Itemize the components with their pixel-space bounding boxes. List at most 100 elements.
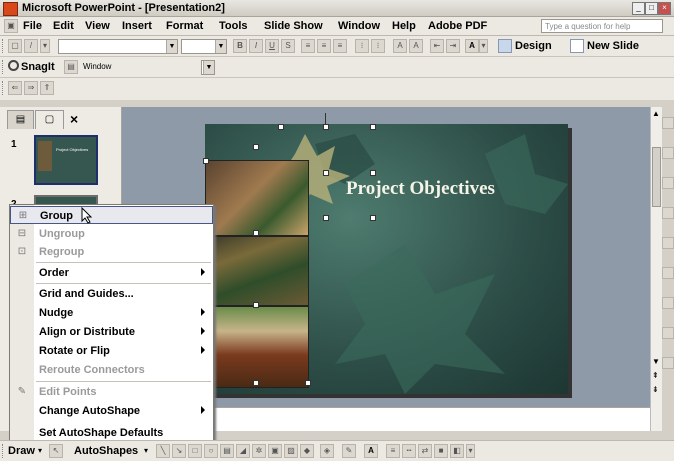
chevron-down-icon[interactable]: ▼ bbox=[203, 61, 214, 74]
menu-help[interactable]: Help bbox=[392, 20, 416, 32]
tab-slides[interactable]: ▢ bbox=[35, 110, 64, 129]
design-button[interactable]: Design bbox=[515, 40, 552, 52]
open-icon[interactable]: / bbox=[24, 39, 38, 53]
close-button[interactable]: × bbox=[658, 2, 671, 15]
selection-handle[interactable] bbox=[278, 124, 284, 130]
selection-handle[interactable] bbox=[323, 215, 329, 221]
align-left-icon[interactable]: ≡ bbox=[301, 39, 315, 53]
menu-format[interactable]: Format bbox=[166, 20, 203, 32]
new-icon[interactable]: ▢ bbox=[8, 39, 22, 53]
center-icon[interactable]: ≡ bbox=[317, 39, 331, 53]
arrow-style-icon[interactable]: ⇄ bbox=[418, 444, 432, 458]
menu-item-change-autoshape[interactable]: Change AutoShape bbox=[10, 402, 213, 420]
diagram-icon[interactable]: ✲ bbox=[252, 444, 266, 458]
chevron-down-icon[interactable]: ▾ bbox=[479, 39, 488, 53]
tab-outline[interactable]: ▤ bbox=[7, 110, 34, 129]
new-slide-button[interactable]: New Slide bbox=[587, 40, 639, 52]
oval-icon[interactable]: ○ bbox=[204, 444, 218, 458]
menu-edit[interactable]: Edit bbox=[53, 20, 74, 32]
vertical-scrollbar[interactable]: ▲ ▼ ⇞ ⇟ bbox=[650, 107, 662, 431]
toolbar-grip[interactable] bbox=[2, 444, 6, 458]
menu-item-grid-and-guides[interactable]: Grid and Guides... bbox=[10, 285, 213, 303]
toolbar-icon[interactable] bbox=[662, 297, 674, 309]
toolbar-options-icon[interactable]: ▾ bbox=[40, 39, 50, 53]
picture-icon[interactable]: ▨ bbox=[284, 444, 298, 458]
selection-handle[interactable] bbox=[370, 124, 376, 130]
menu-item-edit-points[interactable]: ✎ Edit Points bbox=[10, 383, 213, 401]
scroll-up-icon[interactable]: ▲ bbox=[652, 109, 660, 118]
snagit-button[interactable]: SnagIt bbox=[21, 61, 55, 73]
menu-item-align-or-distribute[interactable]: Align or Distribute bbox=[10, 323, 213, 341]
selection-handle[interactable] bbox=[370, 215, 376, 221]
fill-color-icon[interactable]: ◆ bbox=[300, 444, 314, 458]
autoshapes-menu-button[interactable]: AutoShapes bbox=[74, 445, 138, 457]
menu-file[interactable]: File bbox=[23, 20, 42, 32]
wordart-icon[interactable]: ◢ bbox=[236, 444, 250, 458]
menu-adobe-pdf[interactable]: Adobe PDF bbox=[428, 20, 487, 32]
powerpoint-app-icon[interactable] bbox=[3, 2, 18, 16]
scroll-down-icon[interactable]: ▼ bbox=[652, 357, 660, 366]
paint-bucket-icon[interactable]: ◈ bbox=[320, 444, 334, 458]
scroll-thumb[interactable] bbox=[652, 147, 661, 207]
shadow-button[interactable]: S bbox=[281, 39, 295, 53]
numbering-icon[interactable]: ⁝ bbox=[355, 39, 369, 53]
shadow-style-icon[interactable]: ■ bbox=[434, 444, 448, 458]
promote-icon[interactable]: ⇐ bbox=[8, 81, 22, 95]
select-objects-icon[interactable]: ↖ bbox=[49, 444, 63, 458]
demote-icon[interactable]: ⇒ bbox=[24, 81, 38, 95]
photo-leaves[interactable] bbox=[205, 236, 309, 306]
align-right-icon[interactable]: ≡ bbox=[333, 39, 347, 53]
menu-item-order[interactable]: Order bbox=[10, 264, 213, 282]
new-slide-icon[interactable] bbox=[570, 39, 584, 53]
toolbar-icon[interactable] bbox=[662, 237, 674, 249]
selection-handle[interactable] bbox=[323, 124, 329, 130]
selection-handle[interactable] bbox=[253, 380, 259, 386]
menu-item-group[interactable]: ⊞ Group bbox=[10, 206, 213, 224]
toolbar-grip[interactable] bbox=[2, 39, 6, 53]
toolbar-icon[interactable] bbox=[662, 357, 674, 369]
toolbar-grip[interactable] bbox=[2, 60, 6, 74]
font-name-combo[interactable]: ▼ bbox=[58, 39, 178, 54]
move-up-icon[interactable]: ⇑ bbox=[40, 81, 54, 95]
draw-menu-button[interactable]: Draw bbox=[8, 445, 35, 457]
rectangle-icon[interactable]: □ bbox=[188, 444, 202, 458]
toolbar-options-icon[interactable]: ▾ bbox=[466, 444, 475, 458]
toolbar-grip[interactable] bbox=[2, 81, 6, 95]
menu-view[interactable]: View bbox=[85, 20, 110, 32]
arrow-icon[interactable]: ↘ bbox=[172, 444, 186, 458]
increase-font-icon[interactable]: A bbox=[393, 39, 407, 53]
bold-button[interactable]: B bbox=[233, 39, 247, 53]
slide-thumbnail-1[interactable]: Project Objectives bbox=[34, 135, 98, 185]
menu-item-rotate-or-flip[interactable]: Rotate or Flip bbox=[10, 342, 213, 360]
selection-handle[interactable] bbox=[253, 230, 259, 236]
toolbar-icon[interactable] bbox=[662, 177, 674, 189]
3d-style-icon[interactable]: ◧ bbox=[450, 444, 464, 458]
text-box-icon[interactable]: ▤ bbox=[220, 444, 234, 458]
font-size-combo[interactable]: ▼ bbox=[181, 39, 227, 54]
line-color-icon[interactable]: ✎ bbox=[342, 444, 356, 458]
underline-button[interactable]: U bbox=[265, 39, 279, 53]
menu-insert[interactable]: Insert bbox=[122, 20, 152, 32]
selection-handle[interactable] bbox=[370, 170, 376, 176]
chevron-down-icon[interactable]: ▼ bbox=[166, 40, 177, 53]
increase-indent-icon[interactable]: ⇥ bbox=[446, 39, 460, 53]
previous-slide-icon[interactable]: ⇞ bbox=[652, 371, 659, 380]
line-icon[interactable]: ╲ bbox=[156, 444, 170, 458]
snagit-settings-icon[interactable]: ▤ bbox=[64, 60, 78, 74]
maximize-button[interactable]: □ bbox=[645, 2, 658, 15]
clip-art-icon[interactable]: ▣ bbox=[268, 444, 282, 458]
line-style-icon[interactable]: ≡ bbox=[386, 444, 400, 458]
toolbar-icon[interactable] bbox=[662, 327, 674, 339]
photo-child-apples[interactable] bbox=[205, 306, 309, 388]
toolbar-icon[interactable] bbox=[662, 207, 674, 219]
selection-handle[interactable] bbox=[305, 380, 311, 386]
menu-window[interactable]: Window bbox=[338, 20, 380, 32]
decrease-font-icon[interactable]: A bbox=[409, 39, 423, 53]
menu-tools[interactable]: Tools bbox=[219, 20, 248, 32]
bullets-icon[interactable]: ⁝ bbox=[371, 39, 385, 53]
italic-button[interactable]: I bbox=[249, 39, 263, 53]
close-icon[interactable]: × bbox=[70, 111, 78, 127]
font-color-button[interactable]: A bbox=[465, 39, 479, 53]
photo-child-pumpkins[interactable] bbox=[205, 160, 309, 236]
slide-title[interactable]: Project Objectives bbox=[346, 178, 495, 200]
